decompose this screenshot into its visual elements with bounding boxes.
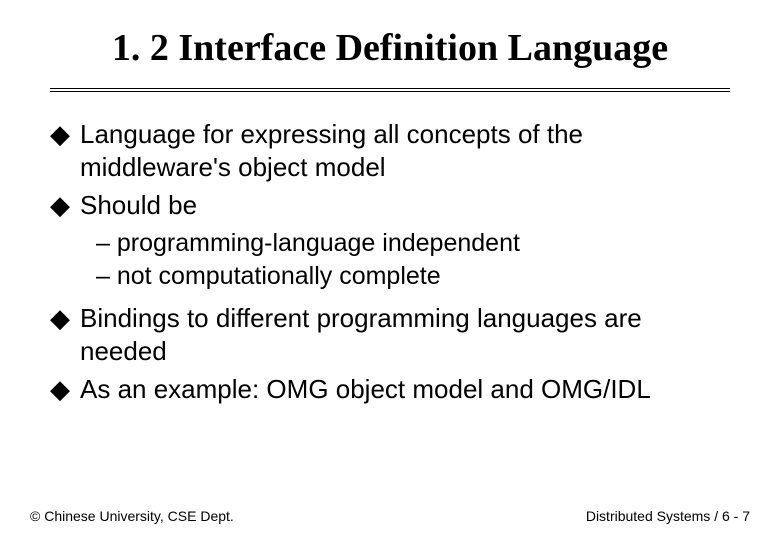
diamond-bullet-icon: ◆	[50, 118, 70, 183]
bullet-text: Bindings to different programming langua…	[80, 302, 730, 367]
bullet-item: ◆ Bindings to different programming lang…	[50, 302, 730, 367]
bullet-item: ◆ As an example: OMG object model and OM…	[50, 373, 730, 406]
slide-content: ◆ Language for expressing all concepts o…	[50, 118, 730, 406]
title-divider	[50, 88, 730, 92]
slide-footer: © Chinese University, CSE Dept. Distribu…	[30, 508, 750, 524]
bullet-text: Should be	[80, 189, 730, 222]
bullet-text: As an example: OMG object model and OMG/…	[80, 373, 730, 406]
bullet-text: Language for expressing all concepts of …	[80, 118, 730, 183]
diamond-bullet-icon: ◆	[50, 373, 70, 406]
sub-bullet-item: – programming-language independent	[96, 228, 730, 259]
diamond-bullet-icon: ◆	[50, 302, 70, 367]
footer-left: © Chinese University, CSE Dept.	[30, 508, 234, 524]
slide-title: 1. 2 Interface Definition Language	[50, 26, 730, 70]
bullet-item: ◆ Language for expressing all concepts o…	[50, 118, 730, 183]
diamond-bullet-icon: ◆	[50, 189, 70, 222]
footer-right: Distributed Systems / 6 - 7	[586, 508, 750, 524]
sub-bullet-item: – not computationally complete	[96, 261, 730, 292]
sub-bullet-list: – programming-language independent – not…	[96, 228, 730, 293]
slide: 1. 2 Interface Definition Language ◆ Lan…	[0, 0, 780, 540]
bullet-item: ◆ Should be	[50, 189, 730, 222]
